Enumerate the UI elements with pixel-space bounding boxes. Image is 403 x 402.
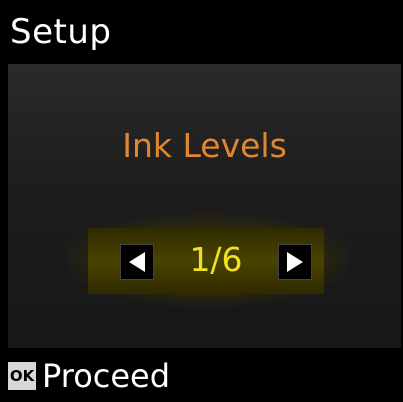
title-bar: Setup <box>0 0 403 64</box>
screen-title: Setup <box>10 12 112 52</box>
printer-lcd-screen: Setup Ink Levels 1/6 OK Proceed <box>0 0 403 402</box>
next-item-button[interactable] <box>278 244 312 280</box>
menu-item-label[interactable]: Ink Levels <box>8 126 401 166</box>
triangle-left-icon <box>129 252 145 272</box>
page-indicator: 1/6 <box>189 240 243 279</box>
ok-key-icon[interactable]: OK <box>8 362 36 390</box>
soft-key-bar: OK Proceed <box>0 348 403 402</box>
triangle-right-icon <box>287 252 303 272</box>
previous-item-button[interactable] <box>120 244 154 280</box>
proceed-label: Proceed <box>42 357 171 395</box>
menu-content-panel: Ink Levels 1/6 <box>8 64 401 348</box>
